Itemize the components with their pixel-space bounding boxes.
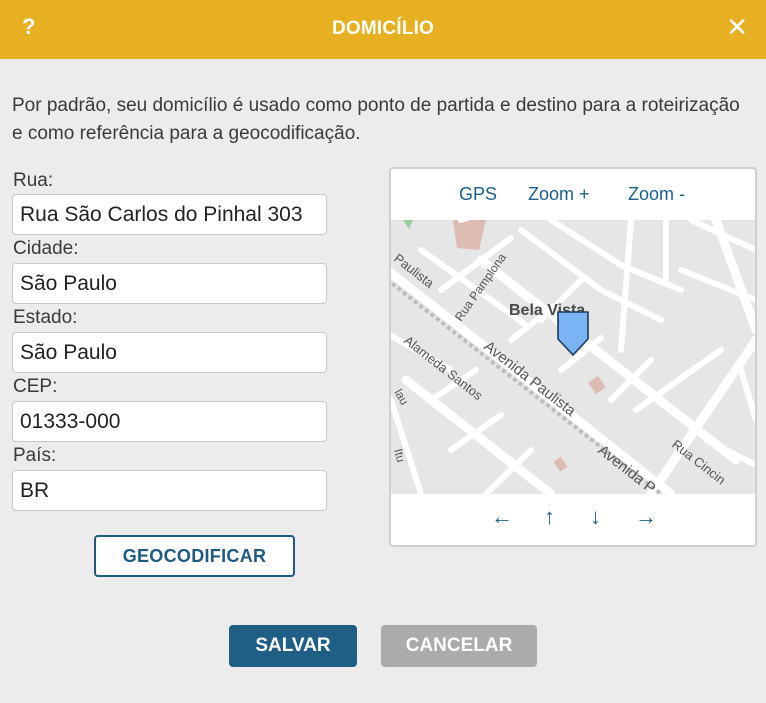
- zip-label: CEP:: [13, 376, 58, 397]
- map-panel: GPS Zoom + Zoom - Bela Vista Paulista Ru…: [389, 167, 757, 547]
- city-input[interactable]: [12, 263, 327, 304]
- map-toolbar: GPS Zoom + Zoom -: [391, 169, 755, 219]
- intro-text: Por padrão, seu domicílio é usado como p…: [12, 95, 740, 144]
- zoom-in-button[interactable]: Zoom +: [528, 184, 590, 205]
- close-icon[interactable]: ✕: [726, 12, 748, 42]
- geocode-button[interactable]: GEOCODIFICAR: [94, 535, 295, 577]
- pan-down-button[interactable]: ↓: [590, 504, 601, 530]
- map-pan-controls: ← ↑ ↓ →: [391, 494, 755, 545]
- street-input[interactable]: [12, 194, 327, 235]
- country-input[interactable]: [12, 470, 327, 511]
- map-graphic: Bela Vista Paulista Rua Pamplona Alameda…: [391, 220, 755, 494]
- country-label: País:: [13, 445, 57, 466]
- state-input[interactable]: [12, 332, 327, 373]
- cancel-button[interactable]: CANCELAR: [381, 625, 537, 667]
- gps-button[interactable]: GPS: [459, 184, 497, 205]
- city-label: Cidade:: [13, 238, 79, 259]
- dialog-title: DOMICÍLIO: [331, 18, 435, 39]
- state-label: Estado:: [13, 307, 78, 328]
- pan-up-button[interactable]: ↑: [544, 504, 555, 530]
- zip-input[interactable]: [12, 401, 327, 442]
- street-label: Rua:: [13, 170, 54, 191]
- pan-left-button[interactable]: ←: [491, 504, 513, 530]
- zoom-out-button[interactable]: Zoom -: [628, 184, 685, 205]
- save-button[interactable]: SALVAR: [229, 625, 357, 667]
- pan-right-button[interactable]: →: [635, 504, 657, 530]
- dialog-header: ? DOMICÍLIO ✕: [0, 0, 766, 59]
- map-view[interactable]: Bela Vista Paulista Rua Pamplona Alameda…: [391, 220, 755, 494]
